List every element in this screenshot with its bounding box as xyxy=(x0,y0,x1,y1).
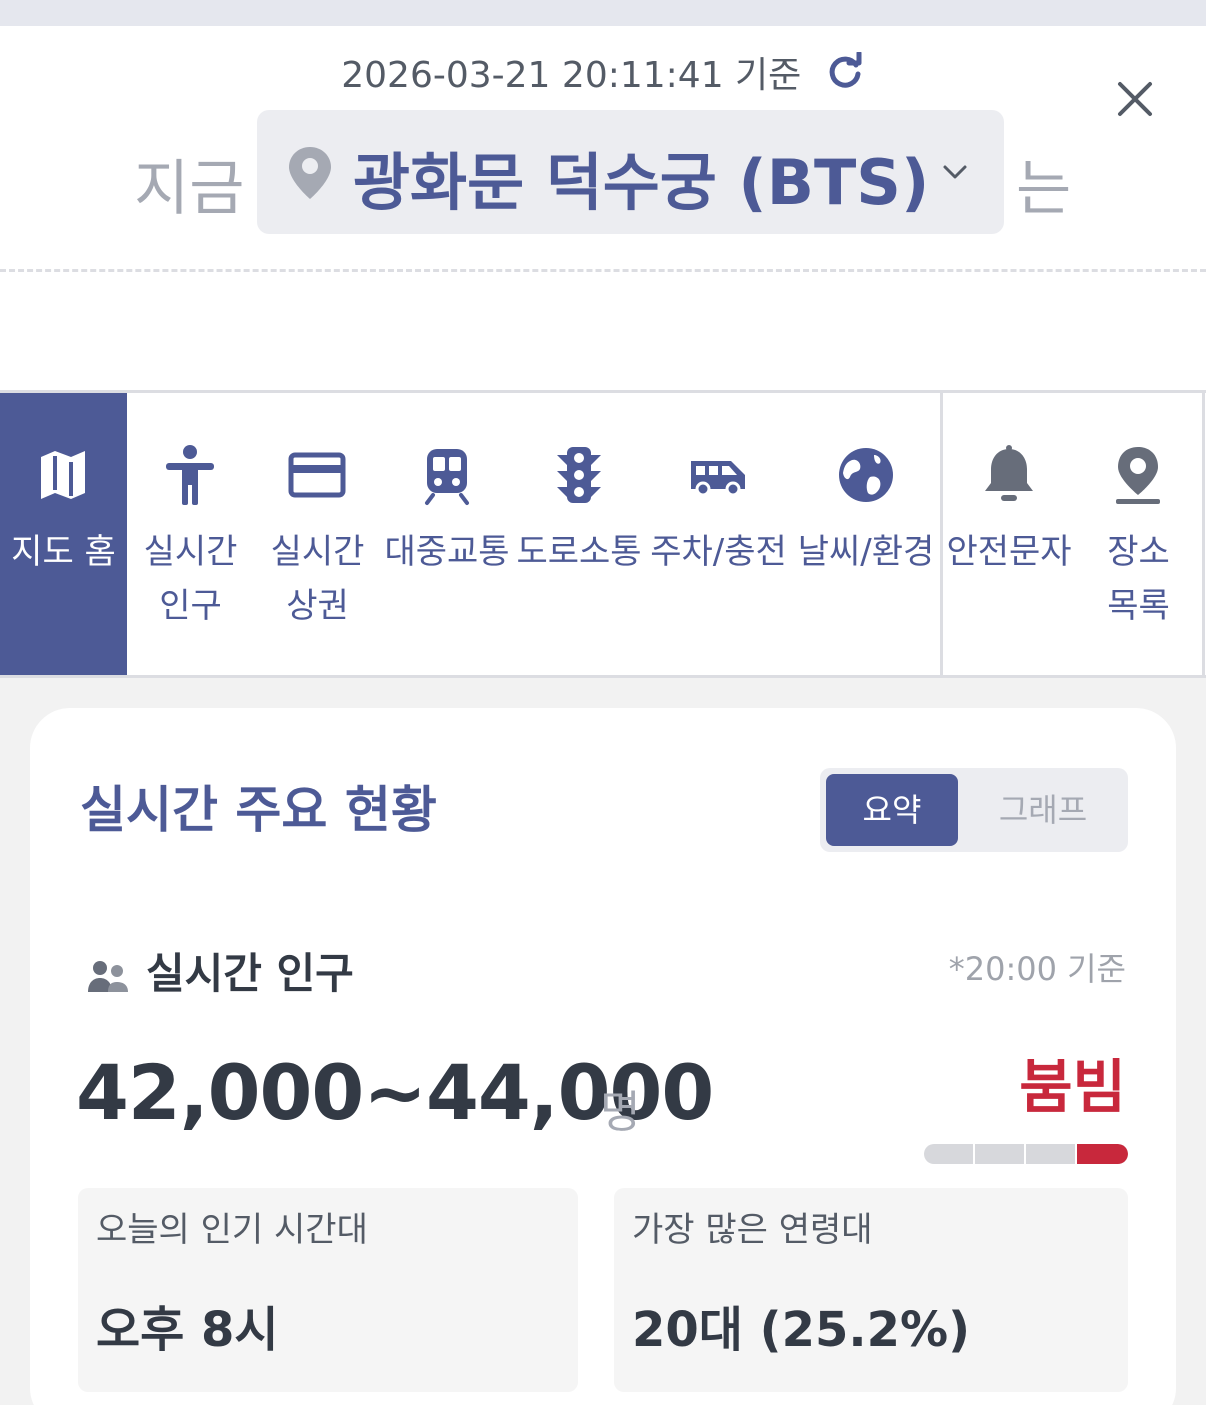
tab-weather[interactable]: 날씨/환경 xyxy=(792,393,940,675)
person-icon xyxy=(166,445,214,505)
congestion-meter xyxy=(924,1144,1128,1164)
section-title: 실시간 인구 xyxy=(146,949,354,998)
population-unit: 명 xyxy=(600,1087,641,1138)
traffic-light-icon xyxy=(557,447,601,503)
status-strip xyxy=(0,0,1206,26)
train-icon xyxy=(425,449,469,505)
tab-place-list[interactable]: 장소 목록 xyxy=(1075,393,1202,675)
tab-population[interactable]: 실시간 인구 xyxy=(127,393,254,675)
now-row: 지금 광화문 덕수궁 (BTS) 는 xyxy=(0,110,1206,234)
summary-card: 실시간 주요 현황 요약 그래프 실시간 인구 *20:00 기준 42,000… xyxy=(30,708,1176,1405)
timestamp-row: 2026-03-21 20:11:41 기준 xyxy=(0,46,1206,98)
tab-transit[interactable]: 대중교통 xyxy=(381,393,513,675)
top-age-value: 20대 (25.2%) xyxy=(632,1302,971,1358)
meter-divider xyxy=(973,1144,975,1164)
tab-label: 실시간 상권 xyxy=(270,532,365,626)
tab-safety-alerts[interactable]: 안전문자 xyxy=(943,393,1075,675)
tab-road-traffic[interactable]: 도로소통 xyxy=(513,393,645,675)
section-basis-time: *20:00 기준 xyxy=(948,950,1126,988)
location-pin-icon xyxy=(289,147,331,199)
tab-label: 날씨/환경 xyxy=(797,532,935,572)
location-pin-icon xyxy=(1116,447,1160,504)
timestamp-text: 2026-03-21 20:11:41 기준 xyxy=(341,55,802,96)
congestion-status: 붐빔 xyxy=(1019,1053,1126,1121)
tab-commerce[interactable]: 실시간 상권 xyxy=(254,393,381,675)
tab-label: 대중교통 xyxy=(384,532,510,572)
tab-border xyxy=(1202,393,1205,675)
meter-divider xyxy=(1024,1144,1026,1164)
category-tabs: 지도 홈 실시간 인구 실시간 상권 대중교통 도로소통 주차/충전 날씨/환경… xyxy=(0,390,1206,678)
tab-parking[interactable]: 주차/충전 xyxy=(645,393,792,675)
top-age-box: 가장 많은 연령대 20대 (25.2%) xyxy=(614,1188,1128,1392)
location-header: 2026-03-21 20:11:41 기준 지금 광화문 덕수궁 (BTS) … xyxy=(0,26,1206,390)
meter-divider xyxy=(1075,1144,1077,1164)
now-suffix: 는 xyxy=(1016,154,1072,224)
card-title: 실시간 주요 현황 xyxy=(80,781,437,839)
tab-label: 지도 홈 xyxy=(11,532,116,572)
refresh-icon[interactable] xyxy=(825,52,865,92)
tab-label: 장소 목록 xyxy=(1107,532,1170,626)
popular-time-box: 오늘의 인기 시간대 오후 8시 xyxy=(78,1188,578,1392)
popular-time-label: 오늘의 인기 시간대 xyxy=(96,1210,368,1250)
van-icon xyxy=(691,461,745,497)
people-icon xyxy=(88,961,128,992)
top-age-label: 가장 많은 연령대 xyxy=(632,1210,873,1250)
credit-card-icon xyxy=(288,452,346,498)
tab-label: 안전문자 xyxy=(946,532,1072,572)
tab-label: 실시간 인구 xyxy=(143,532,238,626)
tab-label: 도로소통 xyxy=(516,532,642,572)
chevron-down-icon xyxy=(943,165,967,179)
map-icon xyxy=(41,451,85,499)
toggle-graph-button[interactable]: 그래프 xyxy=(964,774,1122,846)
tab-map-home[interactable]: 지도 홈 xyxy=(0,393,127,675)
bell-icon xyxy=(985,445,1033,501)
toggle-summary-button[interactable]: 요약 xyxy=(826,774,958,846)
globe-icon xyxy=(839,448,893,502)
tab-label: 주차/충전 xyxy=(650,532,787,572)
now-prefix: 지금 xyxy=(134,154,245,224)
divider xyxy=(0,269,1206,272)
location-selector[interactable]: 광화문 덕수궁 (BTS) xyxy=(257,110,1004,234)
congestion-meter-fill xyxy=(1077,1144,1128,1164)
location-name: 광화문 덕수궁 (BTS) xyxy=(353,146,930,219)
popular-time-value: 오후 8시 xyxy=(96,1302,279,1358)
view-toggle: 요약 그래프 xyxy=(820,768,1128,852)
